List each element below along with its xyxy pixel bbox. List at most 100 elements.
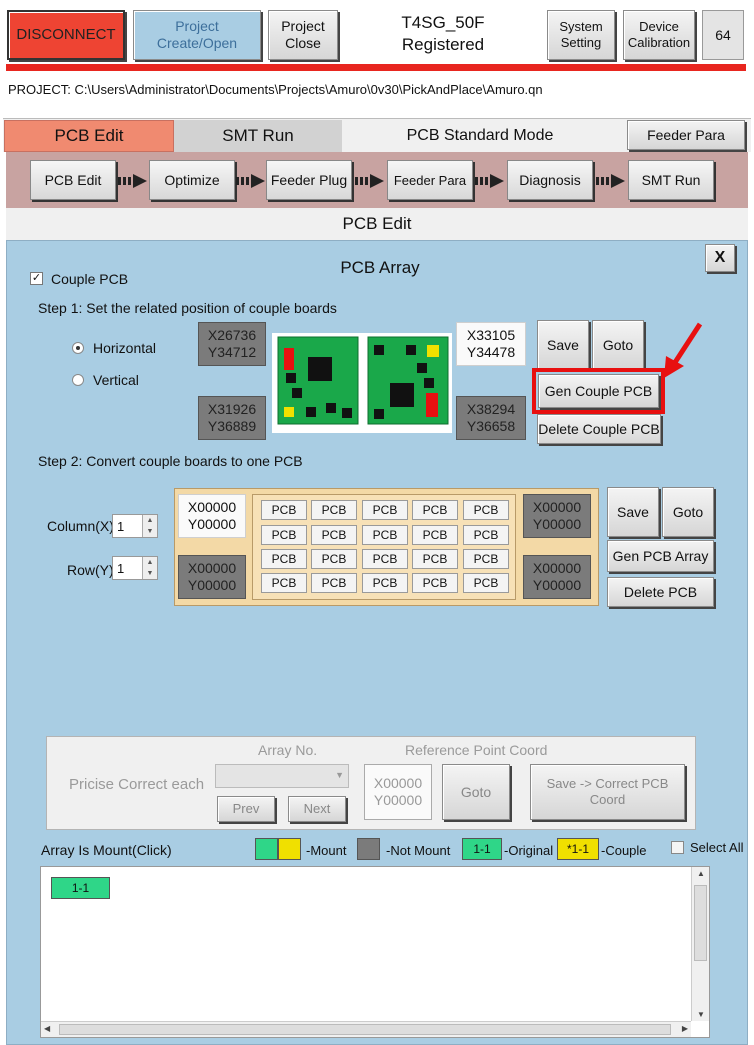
couple-pcb-checkbox[interactable]: ✓ — [30, 272, 43, 285]
mount-list[interactable] — [40, 866, 710, 1038]
tab-pcb-edit[interactable]: PCB Edit — [4, 120, 174, 152]
feeder-para-tab-button[interactable]: Feeder Para — [627, 120, 745, 150]
pcb-cell[interactable]: PCB — [412, 500, 458, 520]
pcb-cell[interactable]: PCB — [311, 573, 357, 593]
project-create-open-button[interactable]: Project Create/Open — [133, 10, 261, 60]
pcb-cell-label: PCB — [372, 503, 398, 517]
delete-pcb-button[interactable]: Delete PCB — [607, 577, 714, 607]
tab-smt-run-label: SMT Run — [222, 126, 294, 145]
radio-vertical-label: Vertical — [93, 372, 139, 388]
array-no-select[interactable]: ▼ — [215, 764, 349, 788]
spin-up-icon[interactable]: ▲ — [142, 557, 157, 568]
hscroll-thumb[interactable] — [59, 1024, 671, 1035]
gen-couple-pcb-button[interactable]: Gen Couple PCB — [538, 374, 659, 408]
pcb-cell[interactable]: PCB — [463, 549, 509, 569]
scroll-left-icon[interactable]: ◀ — [44, 1024, 50, 1033]
couple-goto-label: Goto — [602, 336, 634, 353]
step1-label: Step 1: Set the related position of coup… — [38, 300, 337, 316]
save-correct-coord-button[interactable]: Save -> Correct PCB Coord — [530, 764, 685, 820]
pcb-cell[interactable]: PCB — [362, 500, 408, 520]
coord-y: Y34712 — [207, 344, 257, 360]
column-label: Column(X) — [47, 518, 114, 534]
grid-coord-bottom-right: X00000 Y00000 — [523, 555, 591, 599]
pcb-cell[interactable]: PCB — [463, 500, 509, 520]
legend-original-label: -Original — [504, 843, 554, 858]
coord-y: Y00000 — [532, 516, 582, 532]
couple-goto-button[interactable]: Goto — [592, 320, 644, 370]
couple-save-button[interactable]: Save — [537, 320, 589, 370]
workflow-step-diagnosis[interactable]: Diagnosis — [507, 160, 593, 200]
pcb-cell[interactable]: PCB — [311, 549, 357, 569]
scroll-down-icon[interactable]: ▼ — [697, 1010, 705, 1019]
spin-down-icon[interactable]: ▼ — [142, 568, 157, 579]
device-calibration-button[interactable]: Device Calibration — [623, 10, 695, 60]
scroll-right-icon[interactable]: ▶ — [682, 1024, 688, 1033]
pcb-cell[interactable]: PCB — [463, 525, 509, 545]
pcb-cell-label: PCB — [422, 503, 448, 517]
disconnect-button[interactable]: DISCONNECT — [7, 10, 125, 60]
radio-vertical[interactable] — [72, 374, 84, 386]
coord-top-right: X33105 Y34478 — [456, 322, 526, 366]
prev-button[interactable]: Prev — [217, 796, 275, 822]
workflow-step-optimize[interactable]: Optimize — [149, 160, 235, 200]
workflow-step-feeder-plug[interactable]: Feeder Plug — [266, 160, 352, 200]
array-save-button[interactable]: Save — [607, 487, 659, 537]
pcb-cell-label: PCB — [271, 503, 297, 517]
system-setting-button[interactable]: System Setting — [547, 10, 615, 60]
precise-correct-label: Pricise Correct each — [69, 776, 205, 793]
project-close-button[interactable]: Project Close — [268, 10, 338, 60]
mount-item[interactable]: 1-1 — [51, 877, 110, 899]
row-spinner[interactable]: 1 ▲ ▼ — [112, 556, 158, 580]
array-mount-title: Array Is Mount(Click) — [41, 842, 172, 858]
pcb-cell[interactable]: PCB — [362, 549, 408, 569]
save-correct-coord-label: Save -> Correct PCB Coord — [546, 776, 669, 807]
radio-horizontal[interactable] — [72, 342, 84, 354]
gen-pcb-array-button[interactable]: Gen PCB Array — [607, 540, 714, 572]
spin-up-icon[interactable]: ▲ — [142, 515, 157, 526]
workflow-step-smt-run[interactable]: SMT Run — [628, 160, 714, 200]
project-path: PROJECT: C:\Users\Administrator\Document… — [8, 82, 543, 97]
pcb-cell[interactable]: PCB — [261, 573, 307, 593]
machine-model: T4SG_50F — [401, 13, 485, 32]
spin-down-icon[interactable]: ▼ — [142, 526, 157, 537]
pcb-cell[interactable]: PCB — [311, 525, 357, 545]
select-all-checkbox[interactable] — [671, 841, 684, 854]
pcb-cell[interactable]: PCB — [362, 525, 408, 545]
pcb-cell[interactable]: PCB — [412, 525, 458, 545]
array-goto-button[interactable]: Goto — [662, 487, 714, 537]
horizontal-scrollbar[interactable]: ◀ ▶ — [41, 1021, 691, 1037]
workflow-step-label: SMT Run — [641, 172, 701, 188]
precise-goto-button[interactable]: Goto — [442, 764, 510, 820]
scroll-thumb[interactable] — [694, 885, 707, 961]
vertical-scrollbar[interactable]: ▲ ▼ — [691, 867, 709, 1021]
pcb-cell[interactable]: PCB — [261, 549, 307, 569]
pcb-cell[interactable]: PCB — [412, 549, 458, 569]
prev-label: Prev — [232, 801, 260, 817]
coord-x: X00000 — [532, 559, 582, 576]
pcb-cell[interactable]: PCB — [362, 573, 408, 593]
pcb-cell[interactable]: PCB — [261, 500, 307, 520]
pcb-cell-label: PCB — [422, 552, 448, 566]
grid-coord-top-left: X00000 Y00000 — [178, 494, 246, 538]
pcb-cell[interactable]: PCB — [261, 525, 307, 545]
workflow-step-label: Optimize — [164, 172, 220, 188]
pcb-cell-label: PCB — [473, 528, 499, 542]
workflow-step-pcb-edit[interactable]: PCB Edit — [30, 160, 116, 200]
array-goto-label: Goto — [672, 503, 704, 520]
pcb-cell-label: PCB — [321, 503, 347, 517]
column-spinner[interactable]: 1 ▲ ▼ — [112, 514, 158, 538]
pcb-cell[interactable]: PCB — [412, 573, 458, 593]
row-label: Row(Y) — [67, 562, 114, 578]
workflow-step-feeder-para[interactable]: Feeder Para — [387, 160, 473, 200]
row-value: 1 — [117, 560, 125, 576]
scroll-up-icon[interactable]: ▲ — [697, 869, 705, 878]
coord-y: Y00000 — [187, 516, 237, 532]
tab-smt-run[interactable]: SMT Run — [174, 120, 342, 152]
delete-couple-pcb-button[interactable]: Delete Couple PCB — [537, 414, 661, 444]
legend-couple-label: -Couple — [601, 843, 647, 858]
next-button[interactable]: Next — [288, 796, 346, 822]
pcb-cell[interactable]: PCB — [311, 500, 357, 520]
legend-mount-green-swatch — [255, 838, 278, 860]
pcb-cell[interactable]: PCB — [463, 573, 509, 593]
close-button[interactable]: X — [705, 244, 735, 272]
